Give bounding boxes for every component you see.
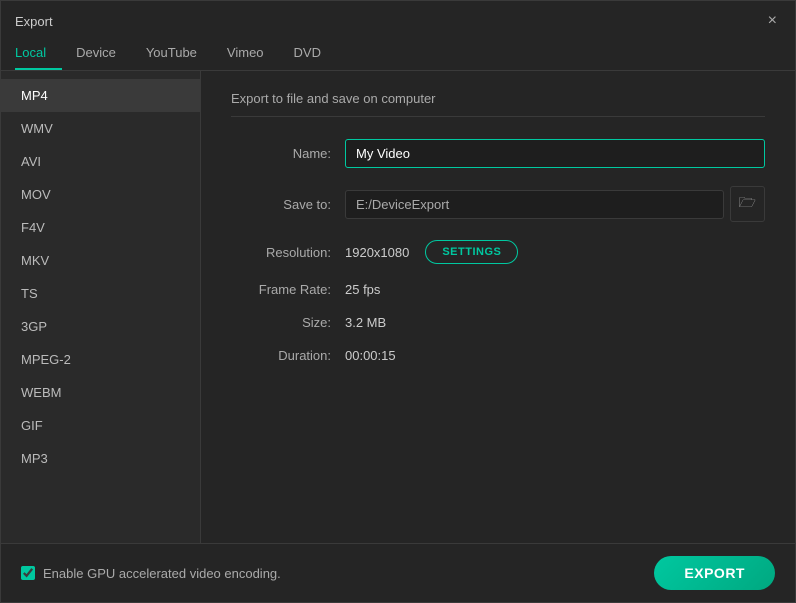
bottom-bar: Enable GPU accelerated video encoding. E… [1, 543, 795, 602]
title-bar: Export × [1, 1, 795, 37]
sidebar-item-mp4[interactable]: MP4 [1, 79, 200, 112]
tab-local[interactable]: Local [15, 37, 62, 70]
frame-rate-value: 25 fps [345, 282, 380, 297]
tab-vimeo[interactable]: Vimeo [223, 37, 280, 70]
frame-rate-row: Frame Rate: 25 fps [231, 282, 765, 297]
sidebar-item-avi[interactable]: AVI [1, 145, 200, 178]
duration-value: 00:00:15 [345, 348, 396, 363]
size-row: Size: 3.2 MB [231, 315, 765, 330]
gpu-label[interactable]: Enable GPU accelerated video encoding. [21, 566, 281, 581]
name-row: Name: [231, 139, 765, 168]
panel-title: Export to file and save on computer [231, 91, 765, 117]
size-label: Size: [231, 315, 331, 330]
sidebar-item-gif[interactable]: GIF [1, 409, 200, 442]
settings-button[interactable]: SETTINGS [425, 240, 518, 264]
frame-rate-control: 25 fps [345, 282, 765, 297]
resolution-control: 1920x1080 SETTINGS [345, 240, 765, 264]
sidebar-item-wmv[interactable]: WMV [1, 112, 200, 145]
main-panel: Export to file and save on computer Name… [201, 71, 795, 543]
resolution-label: Resolution: [231, 245, 331, 260]
gpu-label-text: Enable GPU accelerated video encoding. [43, 566, 281, 581]
gpu-checkbox[interactable] [21, 566, 35, 580]
sidebar-item-mp3[interactable]: MP3 [1, 442, 200, 475]
folder-icon: 🗁 [739, 194, 756, 210]
sidebar-item-f4v[interactable]: F4V [1, 211, 200, 244]
window-title: Export [15, 14, 53, 29]
duration-control: 00:00:15 [345, 348, 765, 363]
close-button[interactable]: × [764, 11, 781, 31]
save-to-path: E:/DeviceExport [345, 190, 724, 219]
sidebar-item-webm[interactable]: WEBM [1, 376, 200, 409]
save-to-label: Save to: [231, 197, 331, 212]
name-input[interactable] [345, 139, 765, 168]
tab-dvd[interactable]: DVD [290, 37, 337, 70]
duration-label: Duration: [231, 348, 331, 363]
duration-row: Duration: 00:00:15 [231, 348, 765, 363]
sidebar-item-mkv[interactable]: MKV [1, 244, 200, 277]
resolution-row: Resolution: 1920x1080 SETTINGS [231, 240, 765, 264]
sidebar-item-mpeg2[interactable]: MPEG-2 [1, 343, 200, 376]
tabs-bar: Local Device YouTube Vimeo DVD [1, 37, 795, 71]
sidebar-item-ts[interactable]: TS [1, 277, 200, 310]
export-button[interactable]: EXPORT [654, 556, 775, 590]
export-window: Export × Local Device YouTube Vimeo DVD … [0, 0, 796, 603]
resolution-value: 1920x1080 [345, 245, 409, 260]
frame-rate-label: Frame Rate: [231, 282, 331, 297]
save-to-control: E:/DeviceExport 🗁 [345, 186, 765, 222]
size-value: 3.2 MB [345, 315, 386, 330]
size-control: 3.2 MB [345, 315, 765, 330]
name-label: Name: [231, 146, 331, 161]
name-control [345, 139, 765, 168]
sidebar-item-mov[interactable]: MOV [1, 178, 200, 211]
save-to-row: Save to: E:/DeviceExport 🗁 [231, 186, 765, 222]
browse-folder-button[interactable]: 🗁 [730, 186, 765, 222]
content-area: MP4 WMV AVI MOV F4V MKV TS 3GP [1, 71, 795, 543]
sidebar-item-3gp[interactable]: 3GP [1, 310, 200, 343]
tab-device[interactable]: Device [72, 37, 132, 70]
tab-youtube[interactable]: YouTube [142, 37, 213, 70]
format-sidebar: MP4 WMV AVI MOV F4V MKV TS 3GP [1, 71, 201, 543]
